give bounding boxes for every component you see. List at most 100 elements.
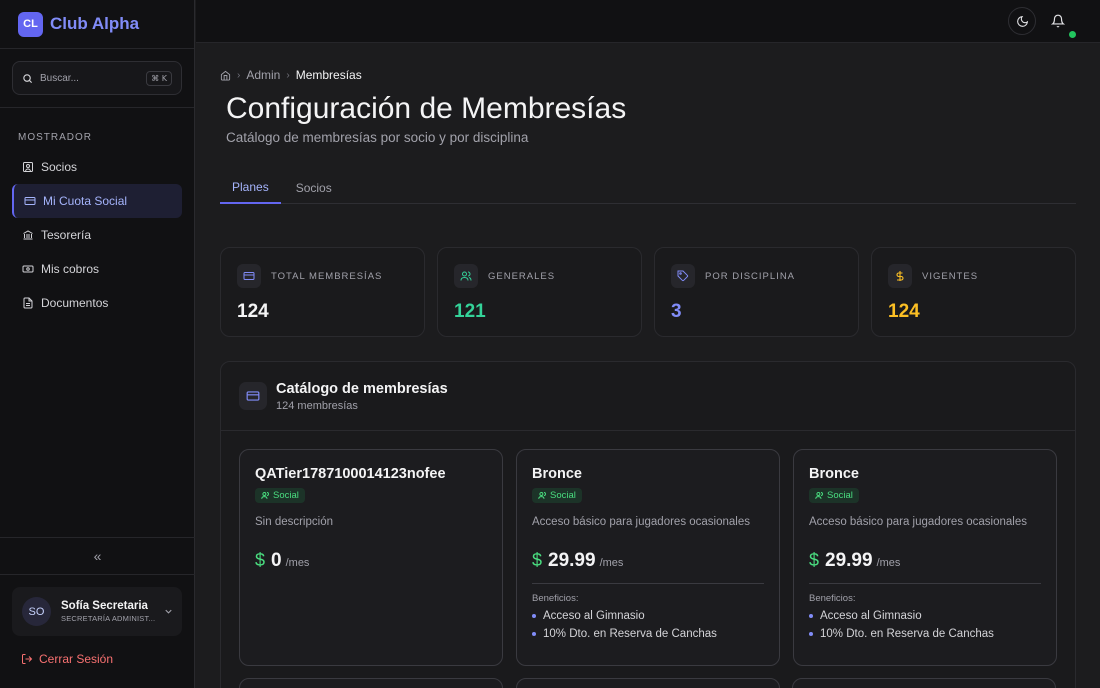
catalog-title: Catálogo de membresías [276,380,448,397]
membership-description: Acceso básico para jugadores ocasionales [809,516,1027,528]
chevron-down-icon [165,609,172,614]
logout-icon [22,654,33,664]
sidebar-item-socios[interactable]: Socios [12,150,182,184]
stat-label: GENERALES [488,270,556,282]
benefits-title: Beneficios: [532,593,579,604]
search-placeholder: Buscar... [40,72,79,84]
membership-price: $ 0 /mes [255,550,487,572]
badge-label: Social [827,490,853,501]
stat-card-por-disciplina: POR DISCIPLINA 3 [654,247,859,337]
sidebar-item-mis-cobros[interactable]: Mis cobros [12,252,182,286]
type-badge: Social [255,488,305,503]
topbar [196,0,1100,43]
stat-value: 124 [888,301,920,322]
sidebar-item-label: Mi Cuota Social [43,194,128,208]
main-content: › Admin › Membresías Configuración de Me… [196,43,1100,688]
badge-label: Social [273,490,299,501]
moon-icon [1016,15,1028,27]
stat-card-total: TOTAL MEMBRESÍAS 124 [220,247,425,337]
notification-dot [1069,31,1076,38]
users-icon [454,264,478,288]
users-icon [815,492,823,499]
search-shortcut: ⌘ K [146,70,172,86]
stat-label: VIGENTES [922,270,979,282]
price-amount: 29.99 [548,550,596,571]
brand-logo: CL [18,11,43,37]
membership-card[interactable] [792,678,1056,688]
membership-card[interactable]: Bronce Social Acceso básico para jugador… [793,449,1057,666]
currency-symbol: $ [255,550,266,570]
notifications-button[interactable] [1044,7,1072,35]
brand[interactable]: CL Club Alpha [0,0,194,49]
divider [809,583,1041,584]
price-amount: 29.99 [825,550,873,571]
stat-label: POR DISCIPLINA [705,270,796,282]
page-subtitle: Catálogo de membresías por socio y por d… [226,130,529,145]
credit-card-icon [24,197,36,205]
price-period: /mes [285,557,310,569]
brand-name: Club Alpha [50,14,140,33]
search-input[interactable]: Buscar... ⌘ K [12,61,182,95]
theme-toggle-button[interactable] [1008,7,1036,35]
tab-socios[interactable]: Socios [284,171,344,204]
membership-cards: QATier1787100014123nofee Social Sin desc… [239,449,1057,666]
money-icon [22,265,34,273]
stat-value: 124 [237,301,269,322]
stat-value: 3 [671,301,682,322]
currency-symbol: $ [809,550,820,570]
user-menu[interactable]: SO Sofía Secretaria SECRETARÍA ADMINIST.… [12,587,182,636]
bell-icon [1051,14,1065,28]
price-amount: 0 [271,550,282,571]
membership-name: QATier1787100014123nofee [255,466,446,482]
dollar-icon [888,264,912,288]
sidebar-item-tesoreria[interactable]: Tesorería [12,218,182,252]
breadcrumb-admin[interactable]: Admin [246,68,280,82]
sidebar-item-label: Documentos [41,296,109,310]
badge-label: Social [550,490,576,501]
sidebar-nav: Socios Mi Cuota Social Tesorería Mis cob… [12,150,182,320]
currency-symbol: $ [532,550,543,570]
benefit-item: Acceso al Gimnasio [809,610,1041,622]
logout-label: Cerrar Sesión [39,652,114,666]
tabs: Planes Socios [220,171,1076,204]
type-badge: Social [532,488,582,503]
breadcrumb-current: Membresías [295,68,362,82]
page-title: Configuración de Membresías [226,92,627,125]
benefit-item: Acceso al Gimnasio [532,610,764,622]
home-icon[interactable] [220,70,231,81]
users-icon [538,492,546,499]
credit-card-icon [237,264,261,288]
sidebar-item-label: Socios [41,160,78,174]
benefit-item: 10% Dto. en Reserva de Canchas [809,628,1041,640]
logout-button[interactable]: Cerrar Sesión [21,652,113,666]
credit-card-icon [239,382,267,410]
membership-description: Acceso básico para jugadores ocasionales [532,516,750,528]
sidebar: CL Club Alpha Buscar... ⌘ K MOSTRADOR So… [0,0,195,688]
membership-card[interactable]: QATier1787100014123nofee Social Sin desc… [239,449,503,666]
collapse-sidebar-button[interactable]: « [0,537,195,575]
membership-card[interactable]: Bronce Social Acceso básico para jugador… [516,449,780,666]
sidebar-item-documentos[interactable]: Documentos [12,286,182,320]
stat-label: TOTAL MEMBRESÍAS [271,270,383,282]
stat-card-vigentes: VIGENTES 124 [871,247,1076,337]
sidebar-item-mi-cuota-social[interactable]: Mi Cuota Social [12,184,182,218]
membership-card[interactable] [239,678,503,688]
breadcrumb: › Admin › Membresías [220,68,362,82]
membership-description: Sin descripción [255,516,333,528]
membership-card[interactable] [516,678,780,688]
benefits-title: Beneficios: [809,593,856,604]
price-period: /mes [599,557,624,569]
divider [532,583,764,584]
membership-catalog: Catálogo de membresías 124 membresías QA… [220,361,1076,688]
avatar: SO [22,597,51,626]
type-badge: Social [809,488,859,503]
benefit-item: 10% Dto. en Reserva de Canchas [532,628,764,640]
user-square-icon [23,162,33,172]
document-icon [23,297,33,309]
chevron-right-icon: › [237,69,241,81]
bank-icon [23,230,33,240]
user-role: SECRETARÍA ADMINIST... [61,614,156,623]
tab-planes[interactable]: Planes [220,171,281,204]
users-icon [261,492,269,499]
search-icon [22,73,33,84]
